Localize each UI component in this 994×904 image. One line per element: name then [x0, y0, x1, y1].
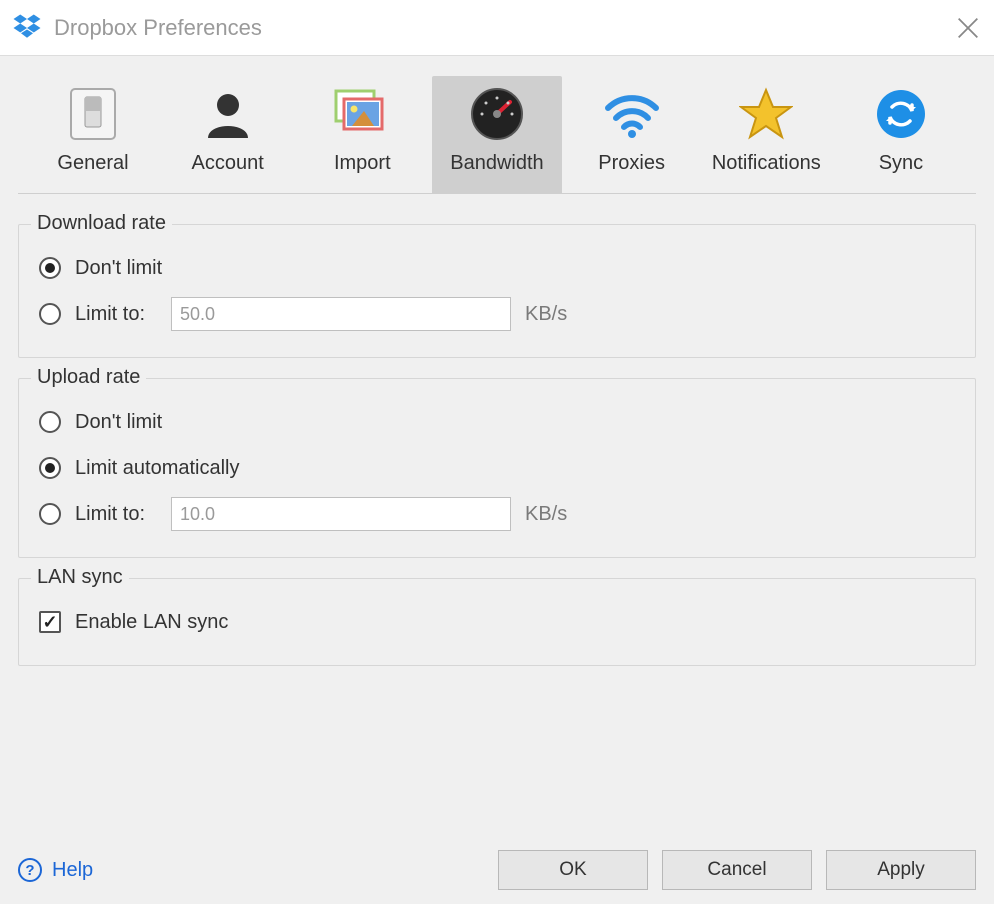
help-icon: ? [18, 858, 42, 882]
person-icon [200, 86, 256, 142]
download-limit-to-radio[interactable] [39, 303, 61, 325]
upload-limit-auto-label[interactable]: Limit automatically [75, 457, 240, 480]
download-dont-limit-label[interactable]: Don't limit [75, 257, 162, 280]
cancel-label: Cancel [707, 859, 766, 881]
sync-icon [873, 86, 929, 142]
svg-text:?: ? [25, 862, 34, 879]
main-panel: General Account Import [0, 56, 994, 904]
gauge-icon [469, 86, 525, 142]
group-legend: Upload rate [31, 366, 146, 389]
star-icon [738, 86, 794, 142]
lan-sync-group: LAN sync Enable LAN sync [18, 578, 976, 666]
tab-bar: General Account Import [18, 56, 976, 194]
upload-limit-input[interactable] [171, 497, 511, 531]
tab-general[interactable]: General [28, 76, 158, 193]
download-limit-input[interactable] [171, 297, 511, 331]
upload-rate-group: Upload rate Don't limit Limit automatica… [18, 378, 976, 558]
download-rate-group: Download rate Don't limit Limit to: KB/s [18, 224, 976, 358]
tab-label: Proxies [598, 152, 665, 175]
switch-icon [65, 86, 121, 142]
apply-button[interactable]: Apply [826, 850, 976, 890]
window-title: Dropbox Preferences [54, 15, 262, 41]
close-button[interactable] [954, 14, 982, 42]
upload-unit-label: KB/s [525, 503, 567, 526]
tab-sync[interactable]: Sync [836, 76, 966, 193]
upload-dont-limit-label[interactable]: Don't limit [75, 411, 162, 434]
tab-import[interactable]: Import [297, 76, 427, 193]
tab-label: Account [192, 152, 264, 175]
upload-dont-limit-radio[interactable] [39, 411, 61, 433]
upload-limit-auto-radio[interactable] [39, 457, 61, 479]
ok-button[interactable]: OK [498, 850, 648, 890]
lan-sync-label[interactable]: Enable LAN sync [75, 611, 228, 634]
upload-limit-to-label[interactable]: Limit to: [75, 503, 161, 526]
photos-icon [334, 86, 390, 142]
bandwidth-content: Download rate Don't limit Limit to: KB/s… [18, 194, 976, 666]
bottom-bar: ? Help OK Cancel Apply [18, 850, 976, 890]
help-link[interactable]: ? Help [18, 858, 93, 882]
tab-label: General [57, 152, 128, 175]
tab-label: Sync [879, 152, 923, 175]
tab-label: Import [334, 152, 391, 175]
tab-bandwidth[interactable]: Bandwidth [432, 76, 562, 193]
tab-account[interactable]: Account [163, 76, 293, 193]
dropbox-logo-icon [12, 13, 42, 43]
tab-proxies[interactable]: Proxies [567, 76, 697, 193]
apply-label: Apply [877, 859, 925, 881]
download-limit-to-label[interactable]: Limit to: [75, 303, 161, 326]
group-legend: LAN sync [31, 566, 129, 589]
lan-sync-checkbox[interactable] [39, 611, 61, 633]
download-unit-label: KB/s [525, 303, 567, 326]
group-legend: Download rate [31, 212, 172, 235]
tab-label: Notifications [712, 152, 821, 175]
titlebar: Dropbox Preferences [0, 0, 994, 56]
ok-label: OK [559, 859, 586, 881]
wifi-icon [604, 86, 660, 142]
tab-notifications[interactable]: Notifications [701, 76, 831, 193]
help-label: Help [52, 859, 93, 882]
download-dont-limit-radio[interactable] [39, 257, 61, 279]
tab-label: Bandwidth [450, 152, 543, 175]
upload-limit-to-radio[interactable] [39, 503, 61, 525]
cancel-button[interactable]: Cancel [662, 850, 812, 890]
